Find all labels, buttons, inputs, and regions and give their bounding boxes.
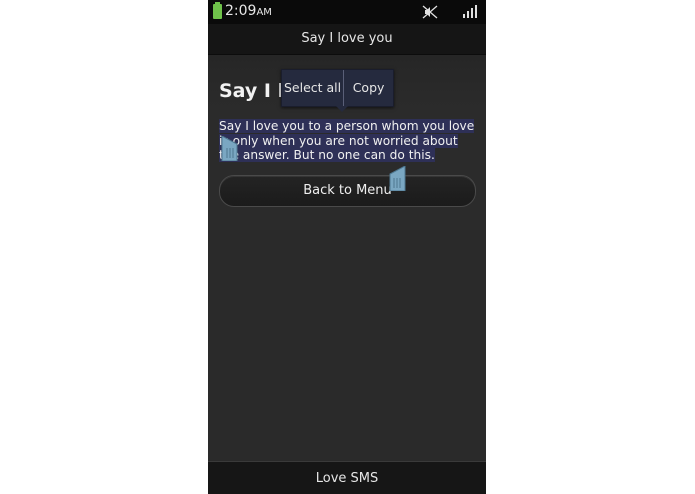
mute-icon bbox=[422, 5, 438, 19]
clock: 2:09AM bbox=[225, 3, 272, 19]
text-selection-popup: Select all Copy bbox=[281, 69, 394, 112]
battery-icon bbox=[213, 2, 222, 19]
message-text[interactable]: Say I love you to a person whom you love… bbox=[219, 119, 477, 163]
clock-time: 2:09 bbox=[225, 3, 257, 19]
page-title: Say I love you bbox=[301, 31, 393, 46]
clock-ampm: AM bbox=[256, 7, 272, 18]
status-bar: 2:09AM bbox=[208, 0, 486, 24]
selection-handle-end-icon[interactable] bbox=[389, 166, 406, 191]
copy-button[interactable]: Copy bbox=[344, 70, 393, 106]
back-to-menu-button[interactable]: Back to Menu bbox=[219, 175, 476, 207]
selected-text[interactable]: Say I love you to a person whom you love… bbox=[219, 119, 475, 162]
signal-icon bbox=[463, 5, 477, 18]
select-all-button[interactable]: Select all bbox=[282, 70, 345, 106]
title-bar: Say I love you bbox=[208, 24, 486, 55]
selection-handle-start-icon[interactable] bbox=[221, 136, 238, 161]
phone-screen: 2:09AM Say I love you Say I lo Say I lov… bbox=[208, 0, 486, 494]
bottom-bar[interactable]: Love SMS bbox=[208, 461, 486, 494]
bottom-bar-label: Love SMS bbox=[315, 471, 379, 486]
